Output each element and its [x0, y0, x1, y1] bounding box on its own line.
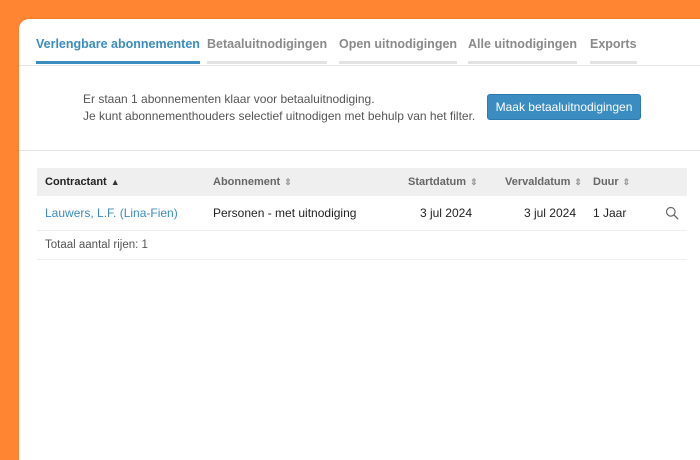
- table-header: Contractant ▲ Abonnement ⇕ Startdatum ⇕ Ver…: [37, 168, 687, 196]
- duur-cell: 1 Jaar: [593, 206, 627, 220]
- sort-icon: ⇕: [622, 177, 631, 187]
- column-header-startdatum[interactable]: Startdatum ⇕: [408, 176, 478, 188]
- create-payment-invitations-button[interactable]: Maak betaaluitnodigingen: [487, 94, 641, 120]
- tab-bar: Verlengbare abonnementen Betaaluitnodigi…: [19, 19, 700, 66]
- info-line-2: Je kunt abonnementhouders selectief uitn…: [83, 109, 476, 123]
- info-message: Er staan 1 abonnementen klaar voor betaa…: [83, 91, 475, 125]
- section-divider: [19, 150, 700, 151]
- column-header-vervaldatum[interactable]: Vervaldatum ⇕: [505, 176, 582, 188]
- tab-underline: [207, 61, 328, 64]
- sort-asc-icon: ▲: [110, 177, 120, 187]
- tab-label: Open uitnodigingen: [339, 37, 458, 51]
- subscriptions-table: Contractant ▲ Abonnement ⇕ Startdatum ⇕ Ver…: [37, 168, 687, 260]
- abonnement-cell: Personen - met uitnodiging: [213, 206, 357, 220]
- vervaldatum-cell: 3 jul 2024: [523, 206, 576, 220]
- tab-exports[interactable]: Exports: [590, 37, 637, 64]
- tab-alle-uitnodigingen[interactable]: Alle uitnodigingen: [468, 37, 578, 64]
- tab-label: Alle uitnodigingen: [468, 37, 578, 51]
- column-header-abonnement[interactable]: Abonnement ⇕: [213, 176, 292, 188]
- sort-icon: ⇕: [574, 177, 582, 187]
- table-row: Lauwers, L.F. (Lina-Fien) Personen - met…: [37, 196, 687, 231]
- tab-underline: [36, 61, 200, 64]
- tab-label: Betaaluitnodigingen: [207, 37, 328, 51]
- info-line-1: Er staan 1 abonnementen klaar voor betaa…: [83, 92, 375, 106]
- sort-icon: ⇕: [470, 177, 478, 187]
- table-footer: Totaal aantal rijen: 1: [37, 231, 687, 260]
- tab-open-uitnodigingen[interactable]: Open uitnodigingen: [339, 37, 458, 64]
- row-count: Totaal aantal rijen: 1: [45, 239, 148, 251]
- sort-icon: ⇕: [284, 177, 292, 187]
- tab-label: Verlengbare abonnementen: [36, 37, 200, 51]
- startdatum-cell: 3 jul 2024: [419, 206, 472, 220]
- tab-underline: [339, 61, 458, 64]
- tab-underline: [468, 61, 578, 64]
- tab-underline: [590, 61, 637, 64]
- main-panel: Verlengbare abonnementen Betaaluitnodigi…: [19, 19, 700, 460]
- tab-label: Exports: [590, 37, 637, 51]
- tab-verlengbare-abonnementen[interactable]: Verlengbare abonnementen: [36, 37, 200, 64]
- column-header-duur[interactable]: Duur ⇕: [593, 176, 630, 188]
- tab-betaaluitnodigingen[interactable]: Betaaluitnodigingen: [207, 37, 328, 64]
- column-header-contractant[interactable]: Contractant ▲: [45, 176, 120, 188]
- contractant-link[interactable]: Lauwers, L.F. (Lina-Fien): [45, 206, 178, 220]
- search-icon[interactable]: [665, 206, 679, 220]
